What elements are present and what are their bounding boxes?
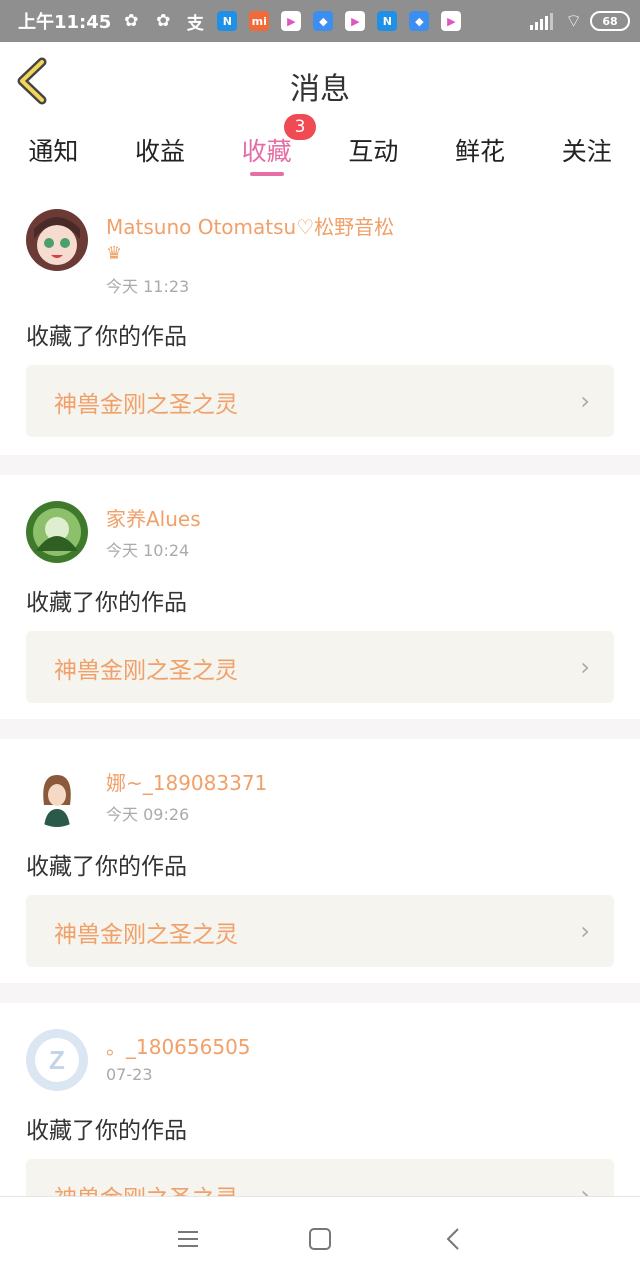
message-card: 家养Alues 今天 10:24 收藏了你的作品神兽金刚之圣之灵 › bbox=[0, 475, 640, 719]
work-title: 神兽金刚之圣之灵 bbox=[54, 922, 238, 948]
tab-3[interactable]: 互动 bbox=[320, 122, 427, 182]
alipay-icon: 支 bbox=[186, 13, 204, 34]
blue-app-icon: ◆ bbox=[409, 11, 430, 31]
work-title: 神兽金刚之圣之灵 bbox=[54, 392, 238, 418]
crown-icon: ♛ bbox=[106, 243, 123, 264]
status-bar: 上午11:45 ✿ ✿ 支 Nmi ▶ ◆ ▶ N ◆ ▶ ⌔ 68 bbox=[0, 0, 640, 42]
username[interactable]: 。_180656505 bbox=[106, 1031, 251, 1060]
divider bbox=[0, 983, 640, 1003]
message-time: 今天 11:23 bbox=[106, 277, 190, 296]
n-app-icon: N bbox=[217, 11, 238, 31]
home-icon[interactable] bbox=[306, 1225, 334, 1253]
divider bbox=[0, 719, 640, 739]
tab-label: 收益 bbox=[135, 137, 186, 166]
chevron-right-icon: › bbox=[580, 387, 590, 415]
username[interactable]: 娜~_189083371 bbox=[106, 767, 267, 796]
work-link[interactable]: 神兽金刚之圣之灵 › bbox=[26, 895, 614, 967]
tab-2[interactable]: 收藏 3 bbox=[213, 114, 320, 182]
wechat-icon: ✿ bbox=[156, 11, 171, 31]
username[interactable]: Matsuno Otomatsu♡松野音松 bbox=[106, 211, 394, 240]
tab-0[interactable]: 通知 bbox=[0, 122, 107, 182]
page-title: 消息 bbox=[290, 72, 350, 107]
user-avatar[interactable] bbox=[26, 209, 88, 271]
message-list: Matsuno Otomatsu♡松野音松 ♛ 今天 11:23 收藏了你的作品 神兽金… bbox=[0, 183, 640, 1247]
play-app-icon: ▶ bbox=[441, 11, 462, 31]
tab-label: 收藏 bbox=[241, 137, 292, 166]
message-time: 今天 09:26 bbox=[106, 805, 190, 824]
chevron-right-icon: › bbox=[580, 917, 590, 945]
user-avatar[interactable] bbox=[26, 765, 88, 827]
work-link[interactable]: 神兽金刚之圣之灵 › bbox=[26, 365, 614, 437]
menu-icon[interactable] bbox=[174, 1225, 202, 1253]
system-nav-bar bbox=[0, 1196, 640, 1281]
n-app-icon: N bbox=[377, 11, 398, 31]
username[interactable]: 家养Alues bbox=[106, 503, 201, 532]
tab-4[interactable]: 鲜花 bbox=[427, 122, 534, 182]
wifi-icon: ⌔ bbox=[565, 10, 582, 32]
tab-label: 通知 bbox=[28, 137, 79, 166]
status-right: ⌔ 68 bbox=[530, 0, 630, 42]
signal-icon bbox=[530, 12, 555, 30]
play-app-icon: ▶ bbox=[345, 11, 366, 31]
tab-bar: 通知 收益 收藏 3 互动 鲜花 关注 bbox=[0, 114, 640, 182]
tab-label: 鲜花 bbox=[455, 137, 506, 166]
battery-level: 68 bbox=[602, 14, 618, 28]
message-card: 娜~_189083371 今天 09:26 收藏了你的作品神兽金刚之圣之灵 › bbox=[0, 739, 640, 983]
tab-5[interactable]: 关注 bbox=[533, 122, 640, 182]
svg-text:Z: Z bbox=[49, 1045, 65, 1075]
action-text: 收藏了你的作品 bbox=[26, 1118, 187, 1144]
action-text: 收藏了你的作品 bbox=[26, 324, 187, 350]
message-time: 今天 10:24 bbox=[106, 541, 190, 560]
wechat-icon: ✿ bbox=[124, 11, 139, 31]
message-time: 07-23 bbox=[106, 1065, 153, 1084]
action-text: 收藏了你的作品 bbox=[26, 854, 187, 880]
nav-back-icon[interactable] bbox=[440, 1225, 468, 1253]
battery-icon: 68 bbox=[590, 11, 630, 31]
mi-app-icon: mi bbox=[249, 11, 270, 31]
blue-app-icon: ◆ bbox=[313, 11, 334, 31]
user-avatar[interactable] bbox=[26, 501, 88, 563]
tab-badge: 3 bbox=[284, 114, 317, 140]
message-card: Matsuno Otomatsu♡松野音松 ♛ 今天 11:23 收藏了你的作品神兽金… bbox=[0, 183, 640, 455]
divider bbox=[0, 455, 640, 475]
work-link[interactable]: 神兽金刚之圣之灵 › bbox=[26, 631, 614, 703]
tab-1[interactable]: 收益 bbox=[107, 122, 214, 182]
work-title: 神兽金刚之圣之灵 bbox=[54, 658, 238, 684]
chevron-right-icon: › bbox=[580, 653, 590, 681]
notification-icons: ✿ ✿ 支 Nmi ▶ ◆ ▶ N ◆ ▶ bbox=[121, 11, 473, 34]
top-bar: 消息 bbox=[0, 42, 640, 123]
tab-label: 互动 bbox=[348, 137, 399, 166]
tab-active-indicator bbox=[250, 172, 285, 176]
tab-label: 关注 bbox=[561, 137, 612, 166]
user-avatar[interactable]: Z bbox=[26, 1029, 88, 1091]
play-app-icon: ▶ bbox=[281, 11, 302, 31]
action-text: 收藏了你的作品 bbox=[26, 590, 187, 616]
status-time: 上午11:45 bbox=[18, 12, 112, 33]
